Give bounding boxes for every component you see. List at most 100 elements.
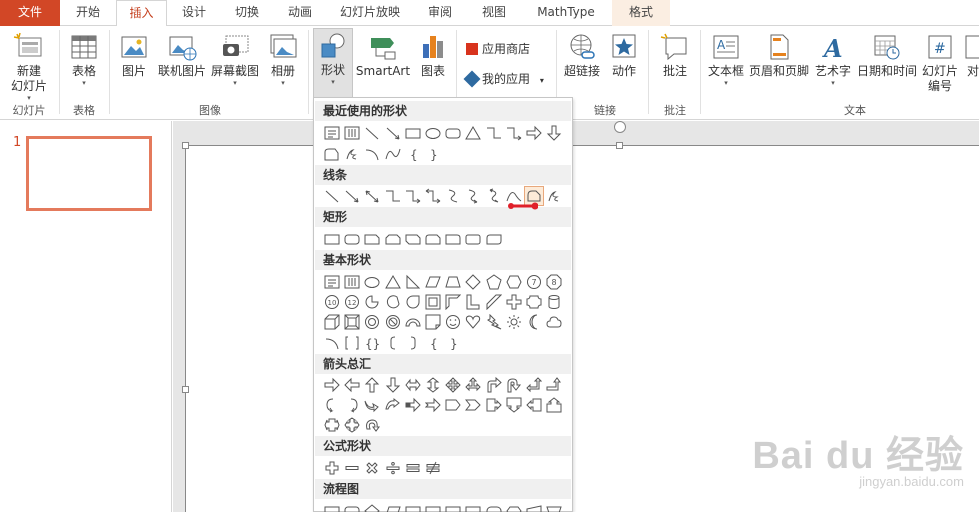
tab-mathtype[interactable]: MathType bbox=[524, 0, 608, 26]
bent-up-arrow-shape-icon[interactable] bbox=[544, 375, 564, 395]
cube-shape-icon[interactable] bbox=[322, 312, 342, 332]
cloud-shape-icon[interactable] bbox=[544, 312, 564, 332]
plus-sign-shape-icon[interactable] bbox=[322, 458, 342, 478]
parallelogram-shape-icon[interactable] bbox=[423, 272, 443, 292]
oval-shape-icon[interactable] bbox=[362, 272, 382, 292]
tab-review[interactable]: 审阅 bbox=[414, 0, 466, 26]
slide-thumbnail[interactable] bbox=[26, 136, 152, 211]
heptagon-shape-icon[interactable]: 7 bbox=[524, 272, 544, 292]
table-button[interactable]: 表格 ▾ bbox=[64, 32, 104, 98]
action-button[interactable]: 动作 bbox=[605, 32, 643, 98]
comment-button[interactable]: 批注 bbox=[654, 32, 696, 98]
rounded-rectangle-shape-icon[interactable] bbox=[342, 229, 362, 249]
album-button[interactable]: 相册 ▾ bbox=[263, 32, 303, 98]
online-picture-button[interactable]: 联机图片 bbox=[156, 32, 208, 98]
triangle-shape-icon[interactable] bbox=[463, 123, 483, 143]
left-brace-shape-icon[interactable]: { bbox=[403, 144, 423, 164]
u-turn-arrow-shape-icon[interactable] bbox=[504, 375, 524, 395]
up-down-arrow-shape-icon[interactable] bbox=[423, 375, 443, 395]
left-right-arrow-callout-shape-icon[interactable] bbox=[322, 415, 342, 435]
double-bracket-shape-icon[interactable] bbox=[342, 333, 362, 353]
l-shape-icon[interactable] bbox=[463, 292, 483, 312]
smiley-face-shape-icon[interactable] bbox=[443, 312, 463, 332]
quad-arrow-callout-shape-icon[interactable] bbox=[342, 415, 362, 435]
object-button[interactable]: 对 bbox=[962, 32, 979, 98]
tab-design[interactable]: 设计 bbox=[170, 0, 218, 26]
picture-button[interactable]: 图片 bbox=[114, 32, 154, 98]
up-arrow-shape-icon[interactable] bbox=[362, 375, 382, 395]
vertical-textbox-shape-icon[interactable] bbox=[342, 123, 362, 143]
down-arrow-shape-icon[interactable] bbox=[544, 123, 564, 143]
rectangle-shape-icon[interactable] bbox=[322, 229, 342, 249]
right-brace-shape-icon[interactable]: } bbox=[423, 144, 443, 164]
scribble-shape-icon[interactable] bbox=[342, 144, 362, 164]
not-equal-sign-shape-icon[interactable] bbox=[423, 458, 443, 478]
arrow-line-shape-icon[interactable] bbox=[342, 186, 362, 206]
flowchart-process-shape-icon[interactable] bbox=[322, 501, 342, 512]
wordart-button[interactable]: A 艺术字 ▾ bbox=[812, 32, 854, 98]
flowchart-data-shape-icon[interactable] bbox=[383, 501, 403, 512]
dodecagon-shape-icon[interactable]: 12 bbox=[342, 292, 362, 312]
sun-shape-icon[interactable] bbox=[504, 312, 524, 332]
double-arrow-line-shape-icon[interactable] bbox=[362, 186, 382, 206]
textbox-button[interactable]: A 文本框 ▾ bbox=[705, 32, 747, 98]
curved-up-arrow-shape-icon[interactable] bbox=[362, 395, 382, 415]
resize-handle-left[interactable] bbox=[182, 386, 189, 393]
line-shape-icon[interactable] bbox=[362, 123, 382, 143]
block-arc-shape-icon[interactable] bbox=[403, 312, 423, 332]
tab-insert[interactable]: 插入 bbox=[116, 0, 167, 27]
plus-shape-icon[interactable] bbox=[504, 292, 524, 312]
diamond-shape-icon[interactable] bbox=[463, 272, 483, 292]
double-brace-shape-icon[interactable]: {} bbox=[362, 333, 382, 353]
datetime-button[interactable]: 日期和时间 bbox=[856, 32, 918, 98]
octagon-shape-icon[interactable]: 8 bbox=[544, 272, 564, 292]
snip-round-rectangle-shape-icon[interactable] bbox=[423, 229, 443, 249]
round-diagonal-rectangle-shape-icon[interactable] bbox=[484, 229, 504, 249]
striped-right-arrow-shape-icon[interactable] bbox=[403, 395, 423, 415]
right-bracket-shape-icon[interactable] bbox=[403, 333, 423, 353]
tab-file[interactable]: 文件 bbox=[0, 0, 60, 26]
chart-button[interactable]: 图表 bbox=[414, 32, 452, 98]
trapezoid-shape-icon[interactable] bbox=[443, 272, 463, 292]
up-arrow-callout-shape-icon[interactable] bbox=[544, 395, 564, 415]
tab-transitions[interactable]: 切换 bbox=[222, 0, 272, 26]
bent-arrow-shape-icon[interactable] bbox=[484, 375, 504, 395]
right-brace-shape-icon[interactable]: } bbox=[443, 333, 463, 353]
flowchart-predefined-process-shape-icon[interactable] bbox=[403, 501, 423, 512]
textbox-shape-icon[interactable] bbox=[322, 123, 342, 143]
curved-double-arrow-connector-shape-icon[interactable] bbox=[484, 186, 504, 206]
hyperlink-button[interactable]: 超链接 bbox=[561, 32, 603, 98]
flowchart-preparation-shape-icon[interactable] bbox=[504, 501, 524, 512]
tab-view[interactable]: 视图 bbox=[470, 0, 518, 26]
diagonal-stripe-shape-icon[interactable] bbox=[484, 292, 504, 312]
can-shape-icon[interactable] bbox=[544, 292, 564, 312]
right-arrow-callout-shape-icon[interactable] bbox=[484, 395, 504, 415]
snip-same-side-rectangle-shape-icon[interactable] bbox=[383, 229, 403, 249]
down-arrow-shape-icon[interactable] bbox=[383, 375, 403, 395]
moon-shape-icon[interactable] bbox=[524, 312, 544, 332]
circular-arrow-shape-icon[interactable] bbox=[362, 415, 382, 435]
flowchart-manual-operation-shape-icon[interactable] bbox=[544, 501, 564, 512]
hexagon-shape-icon[interactable] bbox=[504, 272, 524, 292]
textbox-shape-icon[interactable] bbox=[322, 272, 342, 292]
rotate-handle[interactable] bbox=[614, 121, 626, 133]
screenshot-button[interactable]: 屏幕截图 ▾ bbox=[210, 32, 260, 98]
rectangle-shape-icon[interactable] bbox=[403, 123, 423, 143]
tab-animations[interactable]: 动画 bbox=[276, 0, 324, 26]
left-brace-shape-icon[interactable]: { bbox=[423, 333, 443, 353]
teardrop-shape-icon[interactable] bbox=[403, 292, 423, 312]
shapes-button[interactable]: 形状 ▾ bbox=[313, 28, 353, 98]
division-sign-shape-icon[interactable] bbox=[383, 458, 403, 478]
multiply-sign-shape-icon[interactable] bbox=[362, 458, 382, 478]
new-slide-button[interactable]: 新建 幻灯片 ▾ bbox=[6, 32, 52, 102]
flowchart-alternate-process-shape-icon[interactable] bbox=[342, 501, 362, 512]
snip-single-corner-rectangle-shape-icon[interactable] bbox=[362, 229, 382, 249]
resize-handle-top[interactable] bbox=[616, 142, 623, 149]
curved-arrow-connector-shape-icon[interactable] bbox=[463, 186, 483, 206]
curved-down-arrow-shape-icon[interactable] bbox=[383, 395, 403, 415]
slide-number-button[interactable]: # 幻灯片 编号 bbox=[920, 32, 960, 98]
right-arrow-shape-icon[interactable] bbox=[322, 375, 342, 395]
snip-diagonal-rectangle-shape-icon[interactable] bbox=[403, 229, 423, 249]
flowchart-decision-shape-icon[interactable] bbox=[362, 501, 382, 512]
bevel-shape-icon[interactable] bbox=[342, 312, 362, 332]
